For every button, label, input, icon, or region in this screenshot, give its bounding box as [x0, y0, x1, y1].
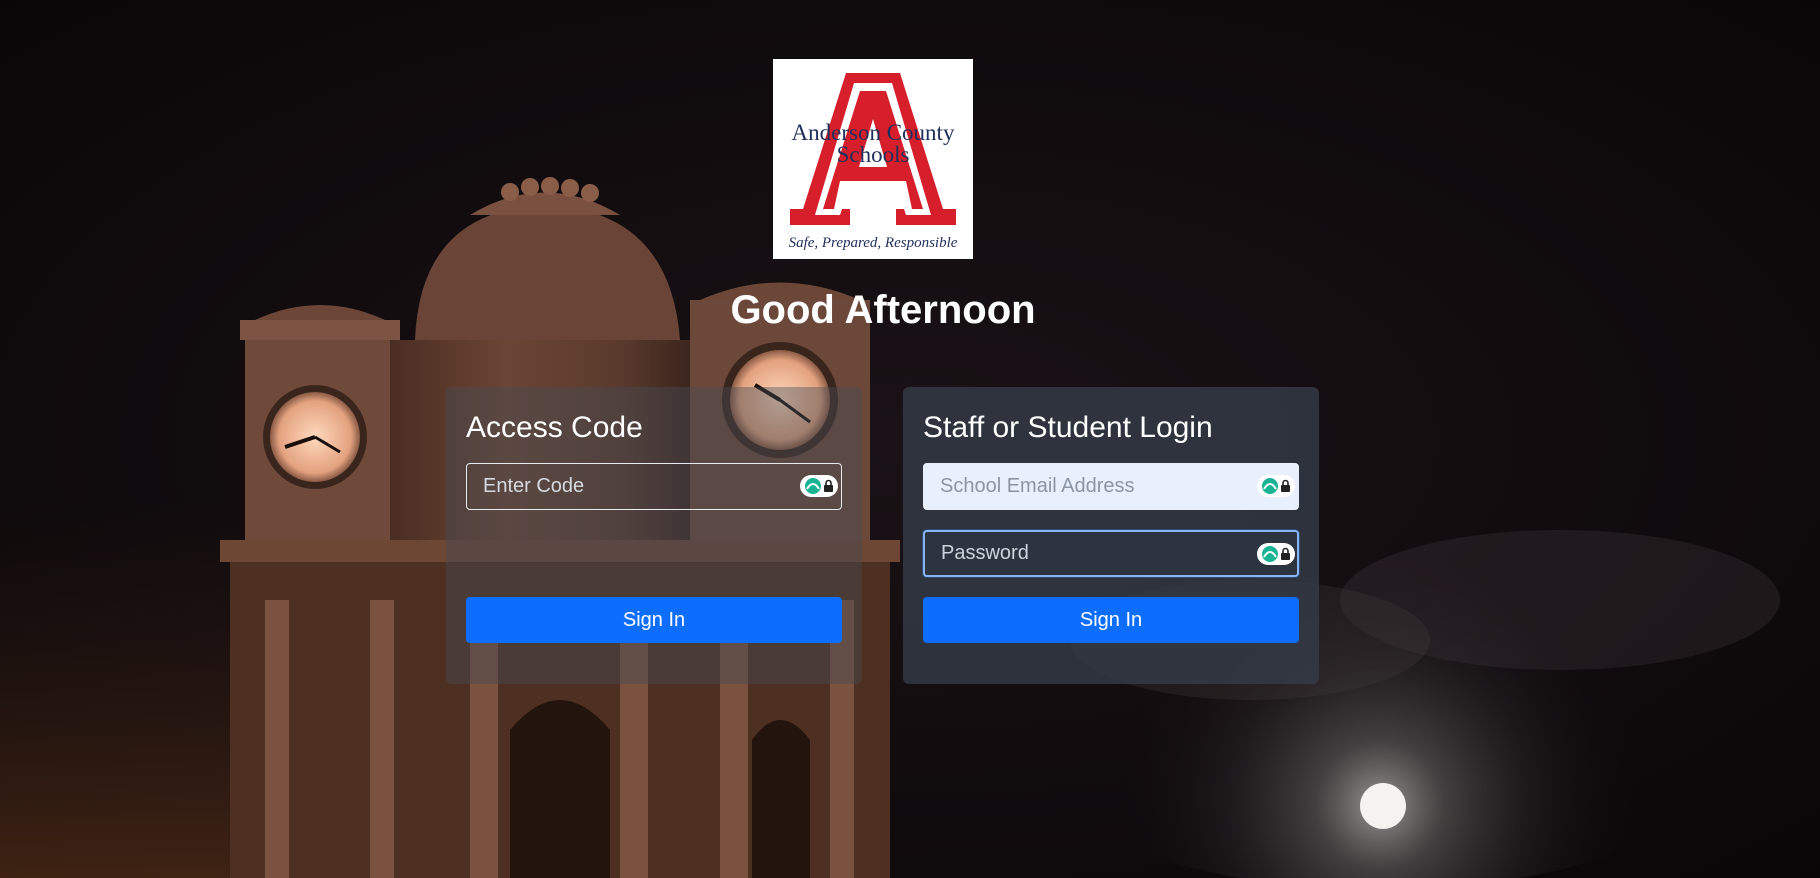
staff-login-title: Staff or Student Login: [923, 411, 1213, 444]
password-manager-icon[interactable]: [1257, 543, 1295, 565]
access-code-panel: Access Code Sign In: [446, 387, 862, 684]
district-logo: Anderson County Schools Safe, Prepared, …: [773, 59, 973, 259]
staff-sign-in-button[interactable]: Sign In: [923, 597, 1299, 643]
password-manager-icon[interactable]: [800, 475, 838, 497]
access-code-sign-in-button[interactable]: Sign In: [466, 597, 842, 643]
access-code-title: Access Code: [466, 411, 643, 444]
logo-motto: Safe, Prepared, Responsible: [789, 235, 958, 251]
password-input[interactable]: [923, 530, 1299, 577]
school-email-input[interactable]: [923, 463, 1299, 510]
logo-name-line2: Schools: [837, 142, 910, 167]
access-code-input[interactable]: [466, 463, 842, 510]
staff-student-login-panel: Staff or Student Login Sign In: [903, 387, 1319, 684]
greeting-heading: Good Afternoon: [730, 288, 1036, 332]
password-manager-icon[interactable]: [1257, 475, 1295, 497]
